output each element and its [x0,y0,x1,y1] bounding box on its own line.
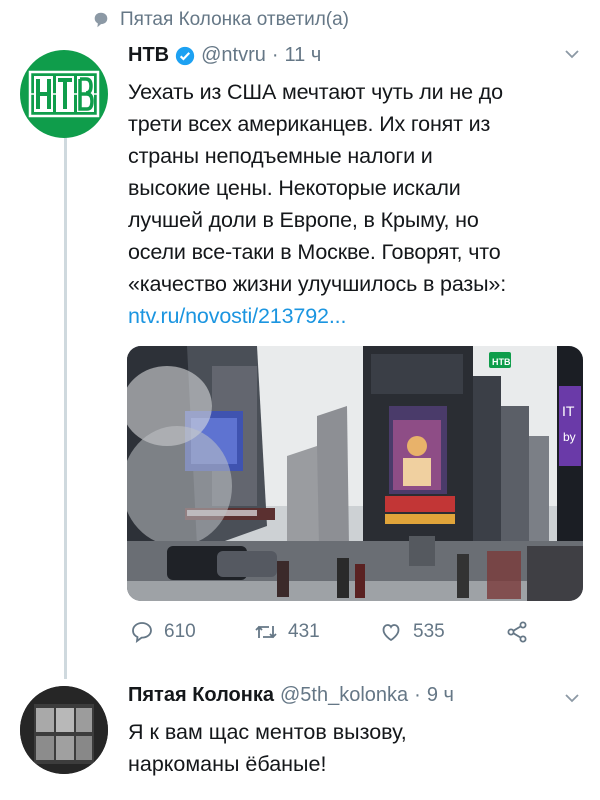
reply-menu-chevron-down-icon[interactable] [562,688,582,708]
meta-separator: · [271,44,279,66]
tweet-text-line: осели все-таки в Москве. Говорят, что [128,240,501,264]
retweet-icon [255,625,277,639]
like-button[interactable]: 535 [379,620,505,644]
thread-line [64,134,67,679]
times-square-photo: IT by НТВ [127,346,583,601]
tweet-header: НТВ @ntvru · 11 ч [128,44,321,67]
media-watermark: НТВ [492,357,511,367]
tweet-text: Уехать из США мечтают чуть ли не до трет… [128,76,583,332]
tweet-link[interactable]: ntv.ru/novosti/213792... [128,304,346,328]
reply-text-line: наркоманы ёбаные! [128,752,327,776]
reply-icon [132,622,152,643]
ntv-logo-icon [28,70,100,118]
heart-icon [382,624,400,642]
retweet-button[interactable]: 431 [254,620,379,644]
tweet-menu-chevron-down-icon[interactable] [562,44,582,64]
reply-context-text: Пятая Колонка ответил(а) [120,9,350,30]
retweet-count: 431 [288,621,320,642]
reply-text: Я к вам щас ментов вызову, наркоманы ёба… [128,716,568,780]
ntv-avatar[interactable] [20,50,108,138]
tweet-text-line: Уехать из США мечтают чуть ли не до [128,80,503,104]
author-handle[interactable]: @ntvru [201,44,266,67]
tweet-actions: 610 431 535 [130,620,529,644]
reply-author-handle[interactable]: @5th_kolonka [280,684,408,707]
user-avatar[interactable] [20,686,108,774]
tweet-time[interactable]: 11 ч [285,44,322,67]
billboard-text: by [563,430,576,444]
reply-button[interactable]: 610 [130,620,254,644]
tweet-text-line: трети всех американцев. Их гонят из [128,112,491,136]
reply-text-line: Я к вам щас ментов вызову, [128,720,407,744]
share-icon [507,621,527,643]
tweet-text-line: лучшей доли в Европе, в Крыму, но [128,208,479,232]
tweet-text-line: высокие цены. Некоторые искали [128,176,461,200]
reply-time[interactable]: 9 ч [427,684,454,707]
reply-count: 610 [164,621,196,642]
tweet-text-line: страны неподъемные налоги и [128,144,433,168]
meta-separator: · [414,684,421,706]
tweet-media-image[interactable]: IT by НТВ [127,346,583,601]
reply-context: Пятая Колонка ответил(а) [92,8,349,32]
verified-badge-icon [175,46,195,66]
author-name[interactable]: НТВ [128,44,169,67]
reply-author-name[interactable]: Пятая Колонка [128,684,274,707]
avatar-image [20,686,108,774]
billboard-text: IT [562,403,575,419]
like-count: 535 [413,621,445,642]
share-button[interactable] [505,620,529,644]
speech-bubble-icon [94,12,108,28]
tweet-text-line: «качество жизни улучшилось в разы»: [128,272,507,296]
reply-header: Пятая Колонка @5th_kolonka · 9 ч [128,684,454,707]
